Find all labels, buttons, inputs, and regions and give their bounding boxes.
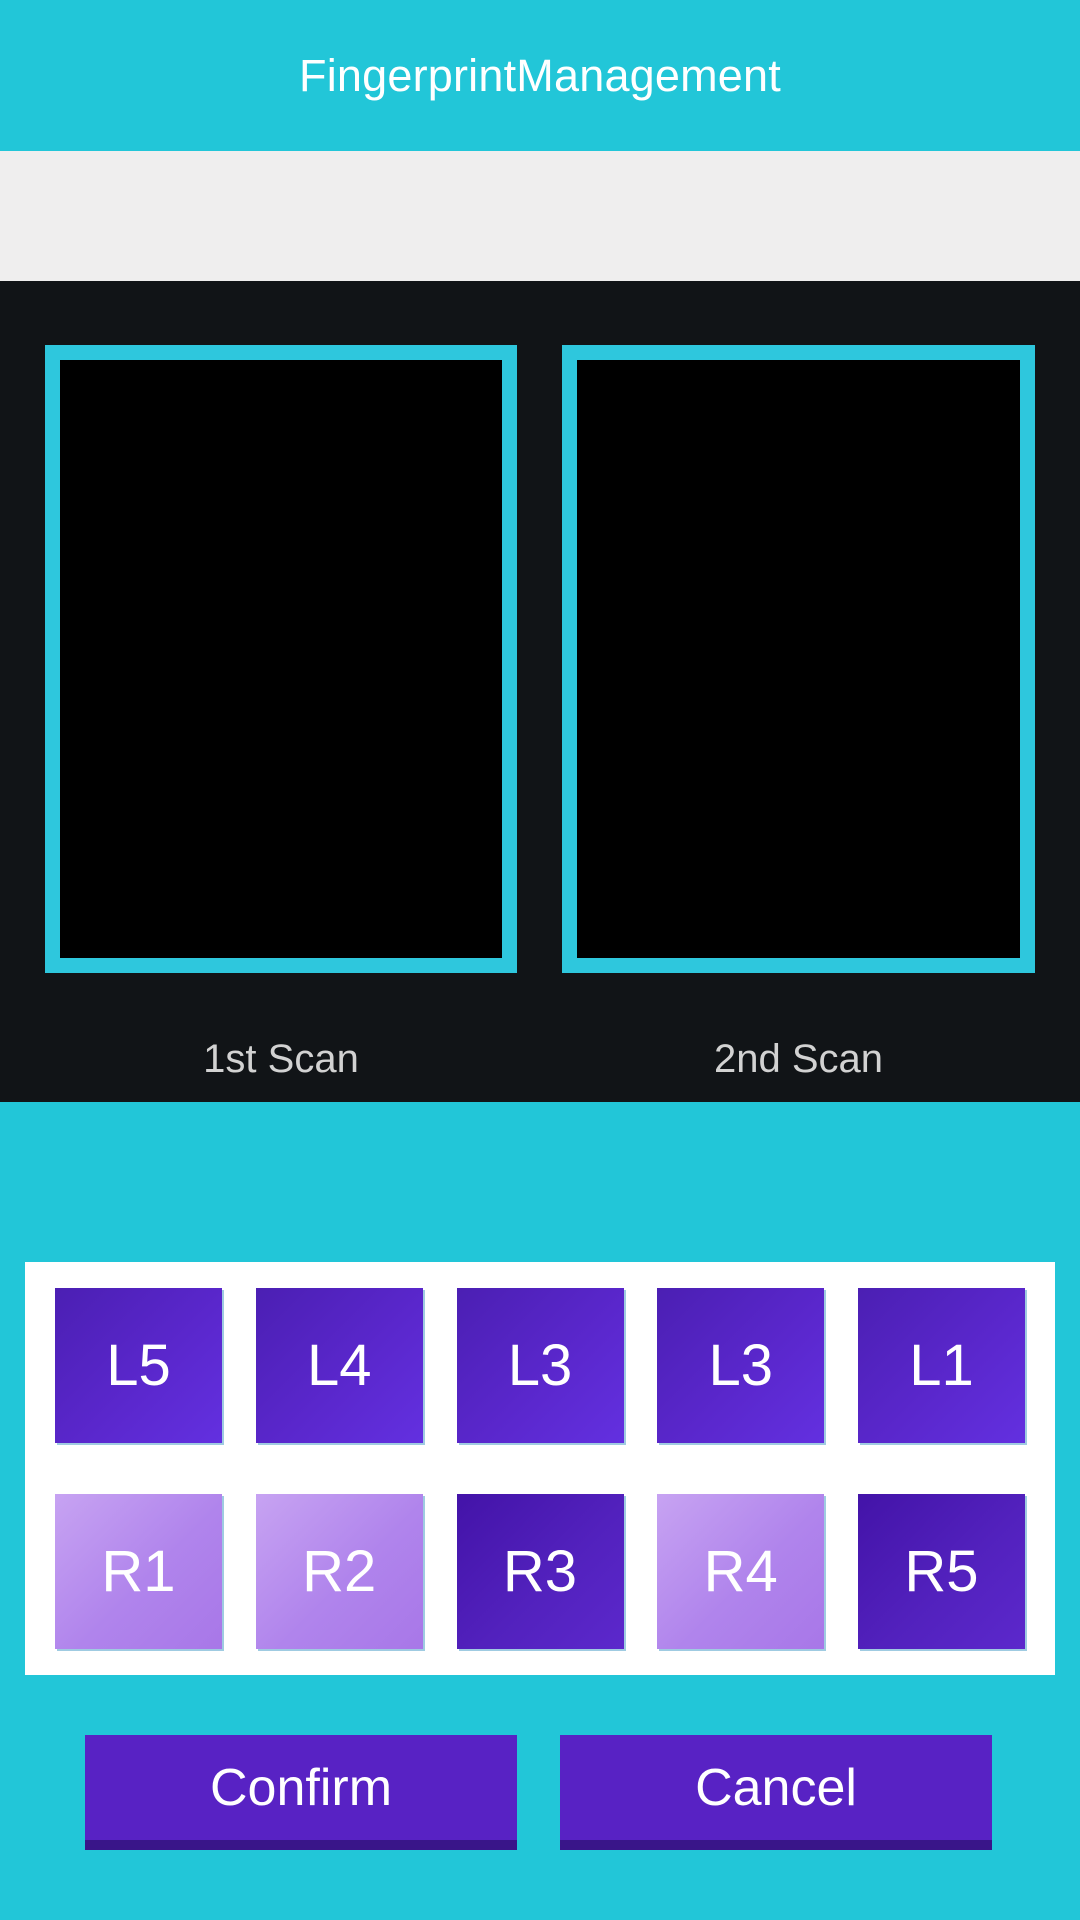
finger-button-r2[interactable]: R2 (255, 1494, 423, 1649)
finger-button-l5[interactable]: L5 (55, 1288, 222, 1443)
page-title: FingerprintManagement (299, 50, 781, 101)
finger-button-r4[interactable]: R4 (657, 1494, 825, 1649)
scan-preview-section: 1st Scan 2nd Scan (0, 281, 1080, 1102)
cancel-button[interactable]: Cancel (560, 1735, 992, 1850)
app-bar: FingerprintManagement (0, 0, 1080, 151)
fingerprint-preview-second[interactable] (562, 345, 1035, 973)
bottom-section: L5 L4 L3 L3 L1 R1 R2 R3 R4 R5 Confirm Ca… (0, 1102, 1080, 1920)
finger-row-right-hand: R1 R2 R3 R4 R5 (55, 1494, 1025, 1649)
finger-button-r5[interactable]: R5 (858, 1494, 1025, 1649)
finger-selection-panel: L5 L4 L3 L3 L1 R1 R2 R3 R4 R5 (25, 1262, 1055, 1675)
scan-label-first: 1st Scan (203, 1037, 359, 1081)
scan-slot-first: 1st Scan (45, 345, 517, 1079)
finger-button-l4[interactable]: L4 (255, 1288, 423, 1443)
finger-button-r1[interactable]: R1 (55, 1494, 222, 1649)
fingerprint-preview-first[interactable] (45, 345, 517, 973)
confirm-button[interactable]: Confirm (85, 1735, 517, 1850)
finger-button-l3b[interactable]: L3 (657, 1288, 825, 1443)
finger-button-r3[interactable]: R3 (456, 1494, 624, 1649)
screen-root: FingerprintManagement 1st Scan 2nd Scan … (0, 0, 1080, 1920)
finger-button-l3a[interactable]: L3 (456, 1288, 624, 1443)
scan-label-second: 2nd Scan (713, 1037, 884, 1081)
scan-slot-second: 2nd Scan (562, 345, 1035, 1079)
action-bar: Confirm Cancel (0, 1735, 1080, 1865)
finger-row-left-hand: L5 L4 L3 L3 L1 (55, 1288, 1025, 1443)
finger-button-l1[interactable]: L1 (858, 1288, 1025, 1443)
content-spacer (0, 151, 1080, 281)
